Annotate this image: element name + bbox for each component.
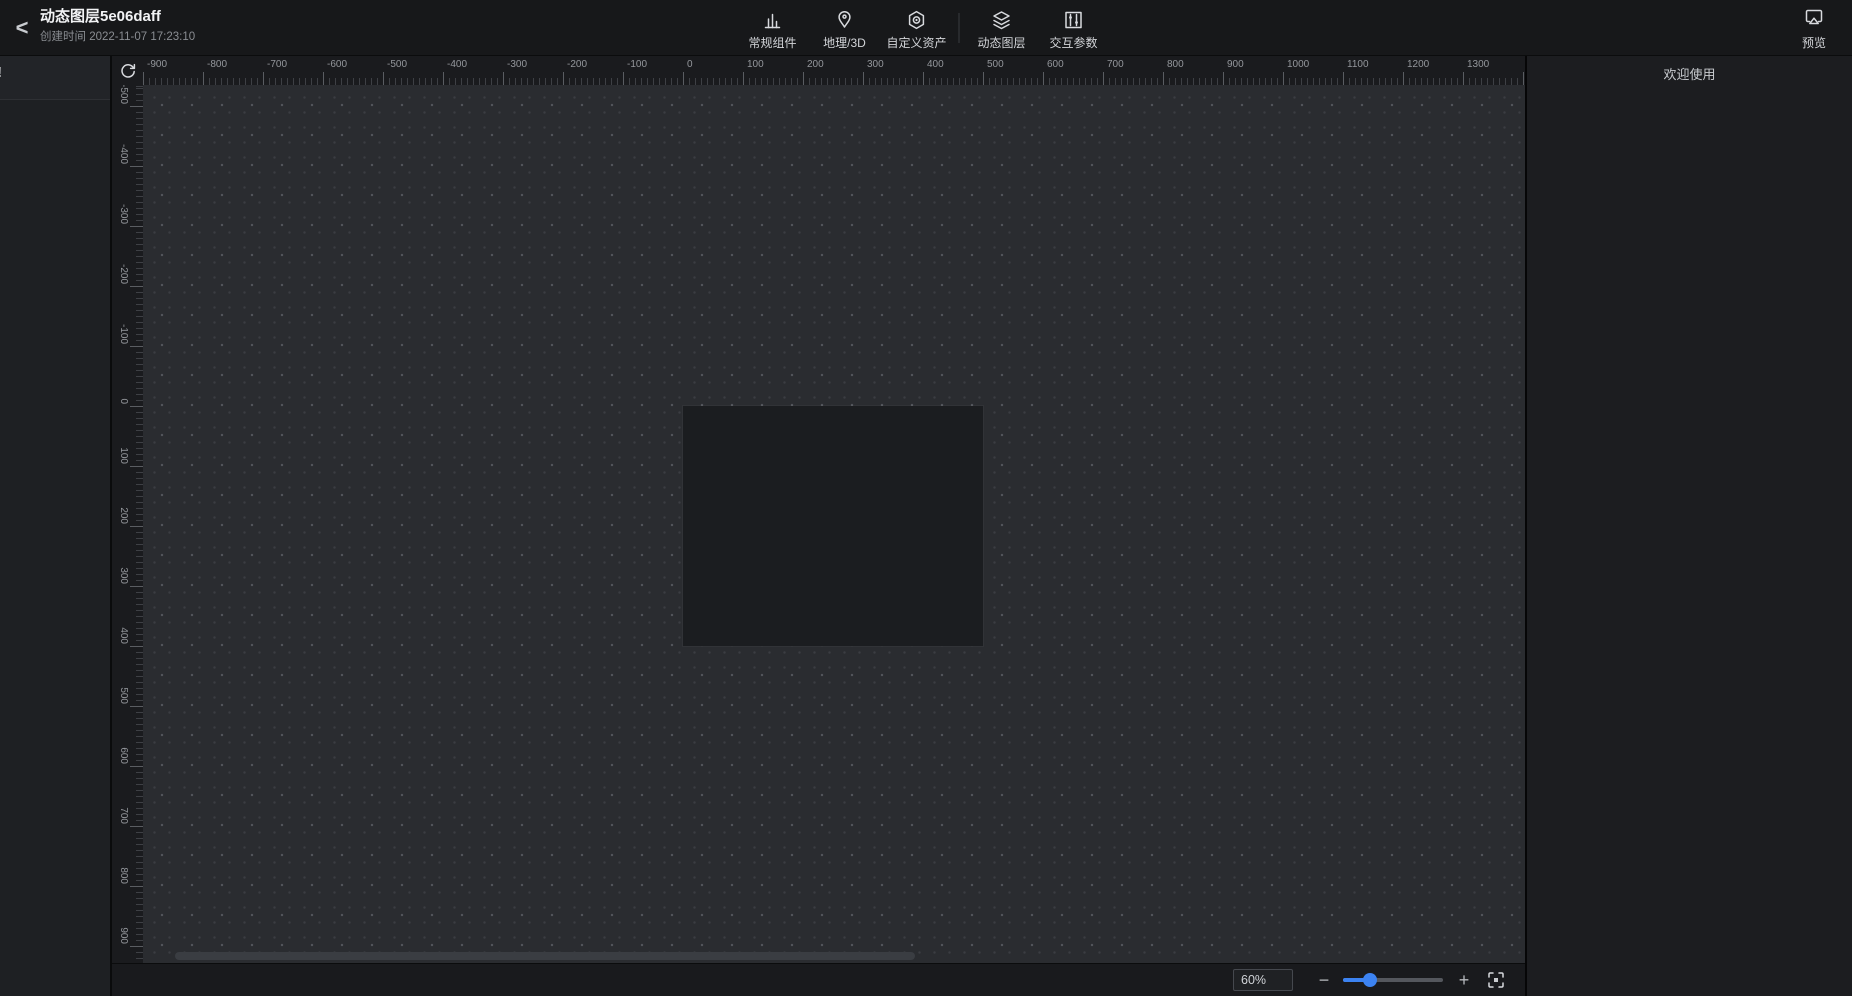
h-ruler-label: 1200 [1407, 59, 1429, 70]
v-ruler-label: 0 [118, 398, 129, 404]
tool-geo-3d[interactable]: 地理/3D [809, 0, 881, 56]
h-ruler-label: -400 [447, 59, 467, 70]
zoom-value-input[interactable]: 60% [1233, 969, 1293, 991]
title-block: 动态图层5e06daff 创建时间 2022-11-07 17:23:10 [40, 7, 195, 45]
h-ruler-label: 800 [1167, 59, 1184, 70]
top-bar: < 动态图层5e06daff 创建时间 2022-11-07 17:23:10 … [0, 0, 1852, 56]
map-pin-icon [833, 8, 857, 32]
welcome-text: 欢迎使用 [1527, 64, 1852, 83]
airplay-preview-icon [1803, 6, 1825, 33]
h-ruler-label: -200 [567, 59, 587, 70]
v-ruler-label: -200 [118, 264, 129, 284]
status-bar: 60% − + [112, 963, 1525, 996]
horizontal-ruler: -900 -800 -700 -600 -500 -400 -300 -200 -100 0 100… [143, 56, 1525, 85]
tool-dynamic-layers[interactable]: 动态图层 [966, 0, 1038, 56]
layers-icon [990, 8, 1014, 32]
preview-label: 预览 [1802, 34, 1826, 51]
tool-label: 自定义资产 [886, 34, 946, 51]
v-ruler-label: -400 [118, 144, 129, 164]
h-ruler-label: -700 [267, 59, 287, 70]
h-ruler-label: 700 [1107, 59, 1124, 70]
h-ruler-label: 0 [687, 59, 693, 70]
design-canvas[interactable] [143, 85, 1525, 963]
h-ruler-label: -300 [507, 59, 527, 70]
toolbar-divider [959, 13, 960, 43]
created-time-label: 创建时间 2022-11-07 17:23:10 [40, 29, 195, 45]
back-button[interactable]: < [8, 13, 36, 43]
h-ruler-label: 1000 [1287, 59, 1309, 70]
focus-frame-icon [1486, 970, 1506, 990]
zoom-out-button[interactable]: − [1312, 968, 1336, 992]
v-ruler-label: 800 [118, 867, 129, 884]
h-ruler-label: 1100 [1347, 59, 1369, 70]
preview-button[interactable]: 预览 [1786, 2, 1842, 54]
horizontal-scrollbar-thumb[interactable] [175, 952, 915, 960]
fit-to-screen-button[interactable] [1484, 968, 1508, 992]
toolbar: 常规组件 地理/3D [737, 0, 1110, 56]
h-ruler-label: 200 [807, 59, 824, 70]
hexagon-asset-icon [905, 8, 929, 32]
h-ruler-label: -900 [147, 59, 167, 70]
h-ruler-label: 400 [927, 59, 944, 70]
h-ruler-major-ticks [143, 72, 1525, 85]
page-title: 动态图层5e06daff [40, 7, 195, 27]
sidebar-top-section: ! [0, 56, 110, 100]
v-ruler-label: 500 [118, 687, 129, 704]
artboard-screen[interactable] [683, 406, 983, 646]
h-ruler-label: -500 [387, 59, 407, 70]
v-ruler-label: -300 [118, 204, 129, 224]
vertical-ruler: -500 -400 -300 -200 -100 0 100 200 300 400 500 600 7… [112, 85, 143, 963]
v-ruler-label: 200 [118, 507, 129, 524]
h-ruler-label: -100 [627, 59, 647, 70]
h-ruler-label: 900 [1227, 59, 1244, 70]
app-root: < 动态图层5e06daff 创建时间 2022-11-07 17:23:10 … [0, 0, 1852, 996]
h-ruler-label: 300 [867, 59, 884, 70]
zoom-slider[interactable] [1343, 978, 1443, 982]
zoom-slider-thumb[interactable] [1363, 973, 1377, 987]
sliders-icon [1062, 8, 1086, 32]
left-sidebar[interactable]: ! [0, 56, 112, 996]
tool-label: 地理/3D [823, 34, 866, 51]
v-ruler-label: -500 [118, 85, 129, 104]
tool-custom-assets[interactable]: 自定义资产 [881, 0, 953, 56]
h-ruler-label: -800 [207, 59, 227, 70]
canvas-area: -900 -800 -700 -600 -500 -400 -300 -200 -100 0 100… [112, 56, 1525, 963]
v-ruler-label: 100 [118, 447, 129, 464]
bar-chart-icon [761, 8, 785, 32]
refresh-icon [118, 61, 138, 81]
back-chevron-icon: < [16, 15, 29, 40]
v-ruler-major-ticks [130, 85, 143, 963]
zoom-in-button[interactable]: + [1452, 968, 1476, 992]
h-ruler-label: -600 [327, 59, 347, 70]
h-ruler-label: 100 [747, 59, 764, 70]
v-ruler-label: -100 [118, 324, 129, 344]
tool-interaction-params[interactable]: 交互参数 [1038, 0, 1110, 56]
config-panel: 欢迎使用 [1525, 56, 1852, 996]
v-ruler-label: 900 [118, 927, 129, 944]
clipped-sidebar-label: ! [0, 64, 2, 81]
h-ruler-label: 600 [1047, 59, 1064, 70]
v-ruler-label: 600 [118, 747, 129, 764]
v-ruler-label: 700 [118, 807, 129, 824]
h-ruler-label: 500 [987, 59, 1004, 70]
tool-label: 常规组件 [748, 34, 796, 51]
tool-label: 交互参数 [1049, 34, 1097, 51]
tool-components[interactable]: 常规组件 [737, 0, 809, 56]
tool-label: 动态图层 [977, 34, 1025, 51]
v-ruler-label: 300 [118, 567, 129, 584]
v-ruler-label: 400 [118, 627, 129, 644]
ruler-reset-button[interactable] [112, 56, 143, 85]
h-ruler-label: 1300 [1467, 59, 1489, 70]
